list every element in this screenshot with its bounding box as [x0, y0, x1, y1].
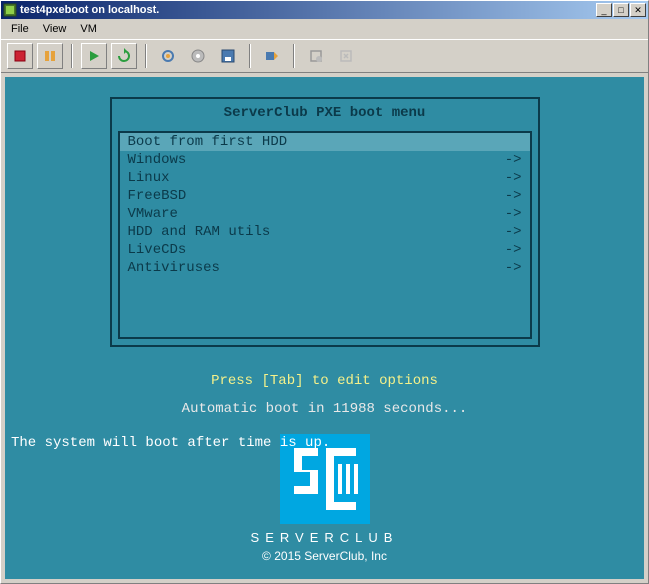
pxe-item-label: HDD and RAM utils: [128, 224, 492, 240]
pxe-hint: Press [Tab] to edit options: [5, 373, 644, 389]
pxe-item-windows[interactable]: Windows ->: [120, 151, 530, 169]
pxe-item-arrow: ->: [492, 188, 522, 204]
pxe-item-antiviruses[interactable]: Antiviruses ->: [120, 259, 530, 277]
snapshot-button[interactable]: [155, 43, 181, 69]
close-button[interactable]: ✕: [630, 3, 646, 17]
pxe-item-label: Linux: [128, 170, 492, 186]
connect-button[interactable]: [259, 43, 285, 69]
pxe-item-label: Antiviruses: [128, 260, 492, 276]
pxe-item-arrow: [492, 134, 522, 150]
toolbar-separator-2: [145, 44, 147, 68]
menu-view[interactable]: View: [37, 21, 73, 37]
menu-vm[interactable]: VM: [74, 21, 103, 37]
pxe-item-label: VMware: [128, 206, 492, 222]
pxe-item-label: LiveCDs: [128, 242, 492, 258]
console-screen[interactable]: ServerClub PXE boot menu Boot from first…: [5, 77, 644, 579]
titlebar: test4pxeboot on localhost. _ □ ✕: [1, 1, 648, 19]
tool-button-1[interactable]: [303, 43, 329, 69]
minimize-button[interactable]: _: [596, 3, 612, 17]
pxe-item-linux[interactable]: Linux ->: [120, 169, 530, 187]
maximize-button[interactable]: □: [613, 3, 629, 17]
brand-copyright: © 2015 ServerClub, Inc: [5, 549, 644, 563]
content-area: ServerClub PXE boot menu Boot from first…: [1, 73, 648, 583]
window-frame: test4pxeboot on localhost. _ □ ✕ File Vi…: [0, 0, 649, 584]
pxe-item-label: Windows: [128, 152, 492, 168]
pxe-menu-list: Boot from first HDD Windows -> Linux -> …: [118, 131, 532, 339]
pxe-sys-message: The system will boot after time is up.: [5, 435, 644, 451]
pxe-item-arrow: ->: [492, 170, 522, 186]
pxe-item-arrow: ->: [492, 152, 522, 168]
toolbar: [1, 39, 648, 73]
menu-file[interactable]: File: [5, 21, 35, 37]
stop-button[interactable]: [7, 43, 33, 69]
window-controls: _ □ ✕: [596, 3, 646, 17]
cd-button[interactable]: [185, 43, 211, 69]
tool-button-2[interactable]: [333, 43, 359, 69]
toolbar-separator-4: [293, 44, 295, 68]
brand-logo-area: SERVERCLUB © 2015 ServerClub, Inc: [5, 434, 644, 563]
pxe-item-boot-hdd[interactable]: Boot from first HDD: [120, 133, 530, 151]
pxe-item-freebsd[interactable]: FreeBSD ->: [120, 187, 530, 205]
pxe-item-arrow: ->: [492, 206, 522, 222]
menubar: File View VM: [1, 19, 648, 39]
pxe-item-label: FreeBSD: [128, 188, 492, 204]
pxe-item-vmware[interactable]: VMware ->: [120, 205, 530, 223]
pause-button[interactable]: [37, 43, 63, 69]
pxe-item-label: Boot from first HDD: [128, 134, 492, 150]
pxe-item-arrow: ->: [492, 242, 522, 258]
refresh-button[interactable]: [111, 43, 137, 69]
play-button[interactable]: [81, 43, 107, 69]
floppy-button[interactable]: [215, 43, 241, 69]
pxe-title: ServerClub PXE boot menu: [112, 99, 538, 131]
pxe-item-arrow: ->: [492, 260, 522, 276]
app-icon: [3, 3, 17, 17]
pxe-item-arrow: ->: [492, 224, 522, 240]
brand-name: SERVERCLUB: [5, 530, 644, 545]
pxe-menu-box: ServerClub PXE boot menu Boot from first…: [110, 97, 540, 347]
toolbar-separator: [71, 44, 73, 68]
pxe-auto-boot: Automatic boot in 11988 seconds...: [5, 401, 644, 417]
toolbar-separator-3: [249, 44, 251, 68]
window-title: test4pxeboot on localhost.: [20, 4, 596, 16]
pxe-item-hdd-ram[interactable]: HDD and RAM utils ->: [120, 223, 530, 241]
pxe-item-livecds[interactable]: LiveCDs ->: [120, 241, 530, 259]
